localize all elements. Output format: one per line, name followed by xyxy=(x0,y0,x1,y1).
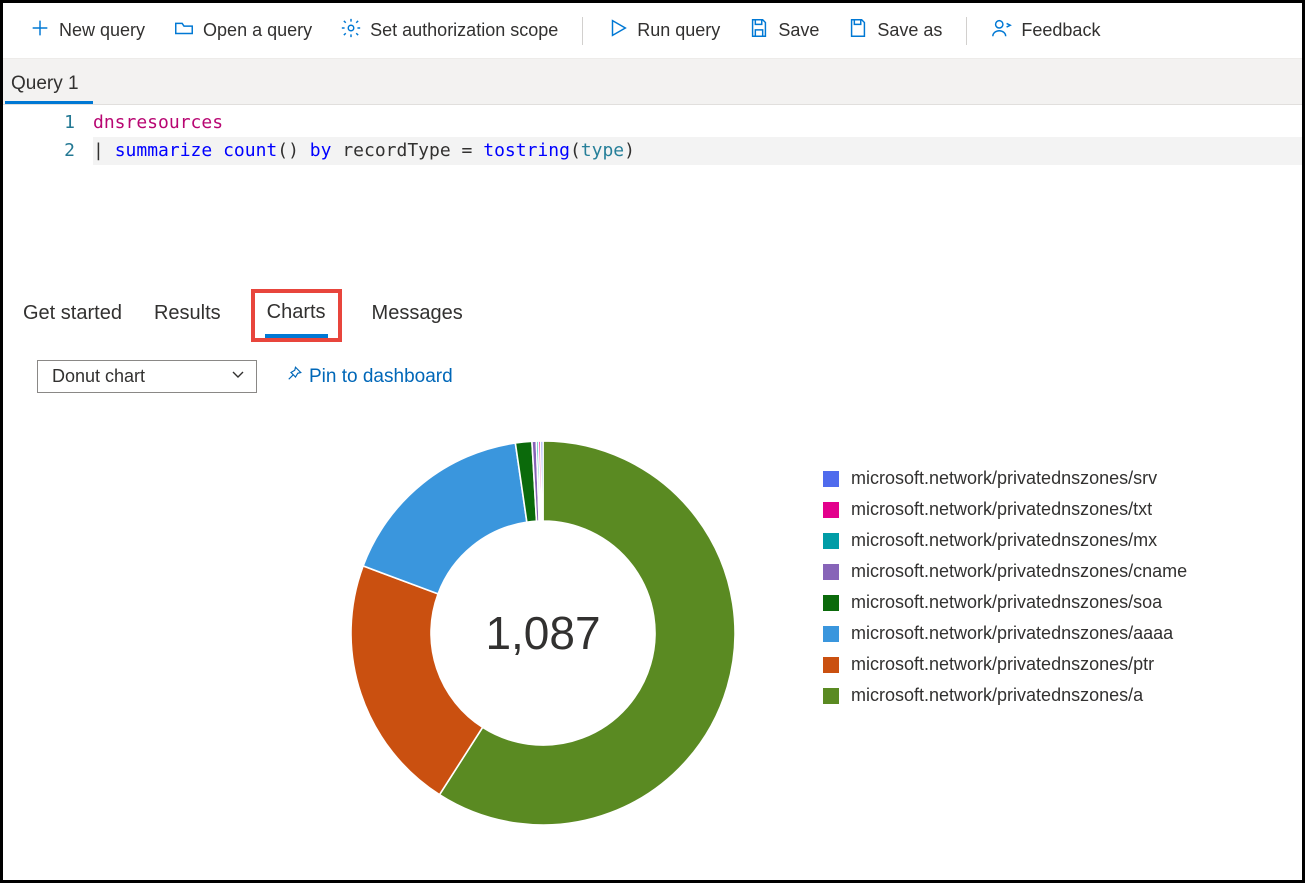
tab-charts-highlight: Charts xyxy=(251,289,342,342)
save-icon xyxy=(748,17,770,44)
query-editor[interactable]: 1 2 dnsresources | summarize count() by … xyxy=(3,105,1302,275)
legend-swatch xyxy=(823,564,839,580)
save-as-icon xyxy=(847,17,869,44)
legend-label: microsoft.network/privatednszones/ptr xyxy=(851,654,1154,675)
save-button[interactable]: Save xyxy=(736,11,831,50)
legend-label: microsoft.network/privatednszones/soa xyxy=(851,592,1162,613)
gear-icon xyxy=(340,17,362,44)
result-tabs: Get started Results Charts Messages xyxy=(3,275,1302,342)
legend-swatch xyxy=(823,502,839,518)
legend-swatch xyxy=(823,595,839,611)
set-scope-button[interactable]: Set authorization scope xyxy=(328,11,570,50)
legend-item[interactable]: microsoft.network/privatednszones/aaaa xyxy=(823,618,1187,649)
tab-messages[interactable]: Messages xyxy=(370,296,465,335)
set-scope-label: Set authorization scope xyxy=(370,20,558,41)
donut-chart[interactable]: 1,087 xyxy=(343,433,743,833)
donut-slice[interactable] xyxy=(541,441,543,521)
tab-label: Charts xyxy=(267,301,326,323)
folder-open-icon xyxy=(173,17,195,44)
editor-code[interactable]: dnsresources | summarize count() by reco… xyxy=(93,105,1302,275)
command-toolbar: New query Open a query Set authorization… xyxy=(3,3,1302,59)
token-keyword: summarize xyxy=(115,140,213,161)
tab-label: Messages xyxy=(372,302,463,324)
save-label: Save xyxy=(778,20,819,41)
legend-item[interactable]: microsoft.network/privatednszones/srv xyxy=(823,463,1187,494)
donut-slice[interactable] xyxy=(363,443,527,594)
legend-swatch xyxy=(823,626,839,642)
tab-get-started[interactable]: Get started xyxy=(21,296,124,335)
chart-area: 1,087 microsoft.network/privatednszones/… xyxy=(3,393,1302,833)
save-as-label: Save as xyxy=(877,20,942,41)
legend-swatch xyxy=(823,657,839,673)
token-function: tostring xyxy=(483,140,570,161)
token-pipe: | xyxy=(93,140,104,161)
feedback-button[interactable]: Feedback xyxy=(979,11,1112,50)
legend-item[interactable]: microsoft.network/privatednszones/a xyxy=(823,680,1187,711)
toolbar-separator xyxy=(966,17,967,45)
token-identifier: recordType xyxy=(342,140,450,161)
legend-label: microsoft.network/privatednszones/a xyxy=(851,685,1143,706)
save-as-button[interactable]: Save as xyxy=(835,11,954,50)
new-query-label: New query xyxy=(59,20,145,41)
token-type: type xyxy=(581,140,624,161)
new-query-button[interactable]: New query xyxy=(17,11,157,50)
tab-label: Get started xyxy=(23,302,122,324)
legend-item[interactable]: microsoft.network/privatednszones/cname xyxy=(823,556,1187,587)
chart-legend: microsoft.network/privatednszones/srv mic… xyxy=(823,433,1187,833)
token-function: count xyxy=(223,140,277,161)
legend-label: microsoft.network/privatednszones/cname xyxy=(851,561,1187,582)
legend-item[interactable]: microsoft.network/privatednszones/mx xyxy=(823,525,1187,556)
token-operator: = xyxy=(462,140,473,161)
chart-type-dropdown[interactable]: Donut chart xyxy=(37,360,257,393)
run-query-label: Run query xyxy=(637,20,720,41)
legend-label: microsoft.network/privatednszones/txt xyxy=(851,499,1152,520)
editor-gutter: 1 2 xyxy=(3,105,93,275)
legend-label: microsoft.network/privatednszones/mx xyxy=(851,530,1157,551)
open-query-button[interactable]: Open a query xyxy=(161,11,324,50)
legend-item[interactable]: microsoft.network/privatednszones/txt xyxy=(823,494,1187,525)
chart-controls: Donut chart Pin to dashboard xyxy=(3,342,1302,393)
feedback-icon xyxy=(991,17,1013,44)
toolbar-separator xyxy=(582,17,583,45)
feedback-label: Feedback xyxy=(1021,20,1100,41)
plus-icon xyxy=(29,17,51,44)
line-number: 1 xyxy=(3,109,75,137)
run-query-button[interactable]: Run query xyxy=(595,11,732,50)
query-tab-1[interactable]: Query 1 xyxy=(5,63,93,104)
token-identifier: dnsresources xyxy=(93,112,223,133)
token-keyword: by xyxy=(310,140,332,161)
tab-label: Results xyxy=(154,302,221,324)
legend-label: microsoft.network/privatednszones/aaaa xyxy=(851,623,1173,644)
legend-swatch xyxy=(823,533,839,549)
legend-item[interactable]: microsoft.network/privatednszones/soa xyxy=(823,587,1187,618)
legend-item[interactable]: microsoft.network/privatednszones/ptr xyxy=(823,649,1187,680)
donut-center-total: 1,087 xyxy=(485,606,600,660)
tab-charts[interactable]: Charts xyxy=(265,295,328,338)
pin-to-dashboard-link[interactable]: Pin to dashboard xyxy=(285,365,453,389)
query-tab-label: Query 1 xyxy=(11,73,79,94)
legend-label: microsoft.network/privatednszones/srv xyxy=(851,468,1157,489)
tab-results[interactable]: Results xyxy=(152,296,223,335)
query-tabs-bar: Query 1 xyxy=(3,59,1302,105)
play-icon xyxy=(607,17,629,44)
chevron-down-icon xyxy=(230,366,246,387)
legend-swatch xyxy=(823,471,839,487)
pin-icon xyxy=(285,365,303,389)
dropdown-value: Donut chart xyxy=(52,366,145,387)
pin-label: Pin to dashboard xyxy=(309,366,453,388)
line-number: 2 xyxy=(3,137,75,165)
open-query-label: Open a query xyxy=(203,20,312,41)
legend-swatch xyxy=(823,688,839,704)
